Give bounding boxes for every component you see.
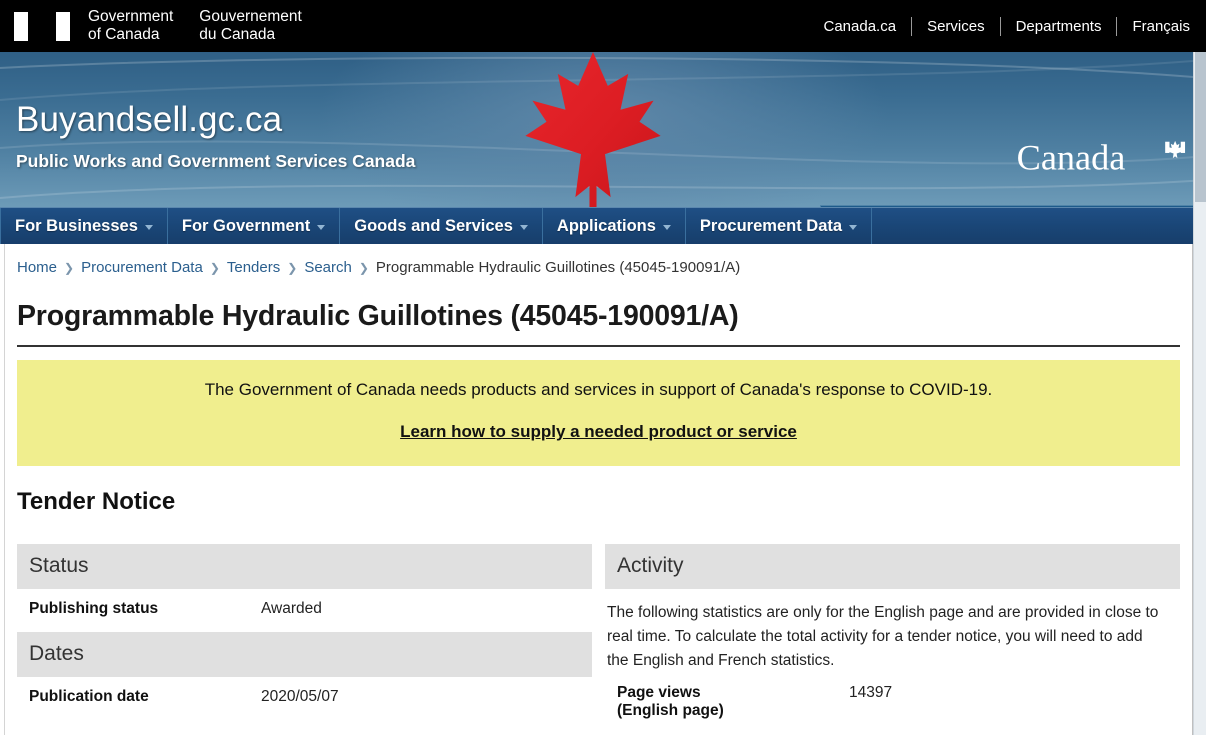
brand-wordmark-text: Government of Canada Gouvernement du Can… [88, 8, 302, 44]
chevron-down-icon [520, 225, 528, 230]
brand-en-line1: Government [88, 8, 173, 26]
section-title-tender-notice: Tender Notice [17, 488, 1180, 516]
site-banner: Buyandsell.gc.ca Public Works and Govern… [0, 52, 1206, 207]
field-label-sub: (English page) [617, 702, 849, 720]
field-value: 2020/05/07 [261, 688, 339, 706]
global-header: Government of Canada Gouvernement du Can… [0, 0, 1206, 52]
chevron-down-icon [849, 225, 857, 230]
breadcrumb-item-tenders[interactable]: Tenders [227, 259, 280, 276]
maple-leaf-icon [508, 52, 678, 207]
field-label: Publication date [29, 688, 261, 706]
covid-alert-banner: The Government of Canada needs products … [17, 360, 1180, 466]
canada-flag-icon [14, 12, 70, 41]
main-content: Home ❯ Procurement Data ❯ Tenders ❯ Sear… [4, 244, 1193, 735]
block-heading-status: Status [17, 544, 592, 589]
top-link-departments[interactable]: Departments [1001, 18, 1117, 35]
chevron-down-icon [145, 225, 153, 230]
page-root: Government of Canada Gouvernement du Can… [0, 0, 1206, 735]
breadcrumb-item-procurement-data[interactable]: Procurement Data [81, 259, 203, 276]
canada-wordmark-icon: Canada [1014, 140, 1192, 178]
activity-description: The following statistics are only for th… [605, 589, 1180, 673]
top-link-francais[interactable]: Français [1117, 18, 1190, 35]
nav-item-for-government[interactable]: For Government [168, 208, 340, 244]
site-title[interactable]: Buyandsell.gc.ca [16, 100, 282, 140]
left-column: Status Publishing status Awarded Dates P… [17, 544, 592, 720]
spacer [17, 618, 592, 632]
nav-item-goods-and-services[interactable]: Goods and Services [340, 208, 543, 244]
alert-link-supply-product[interactable]: Learn how to supply a needed product or … [400, 422, 797, 442]
field-page-views: Page views (English page) 14397 [605, 673, 1180, 720]
brand-en-line2: of Canada [88, 26, 173, 44]
right-column: Activity The following statistics are on… [605, 544, 1180, 720]
top-link-canada-ca[interactable]: Canada.ca [809, 18, 912, 35]
site-subtitle: Public Works and Government Services Can… [16, 151, 415, 172]
breadcrumb-item-search[interactable]: Search [304, 259, 352, 276]
block-heading-activity: Activity [605, 544, 1180, 589]
government-of-canada-brand[interactable]: Government of Canada Gouvernement du Can… [14, 8, 302, 44]
nav-item-applications[interactable]: Applications [543, 208, 686, 244]
nav-label: Procurement Data [700, 217, 842, 236]
nav-label: Applications [557, 217, 656, 236]
svg-text:Canada: Canada [1017, 140, 1126, 177]
chevron-down-icon [663, 225, 671, 230]
field-publication-date: Publication date 2020/05/07 [17, 677, 592, 706]
page-title: Programmable Hydraulic Guillotines (4504… [17, 300, 1180, 347]
nav-label: For Businesses [15, 217, 138, 236]
chevron-down-icon [317, 225, 325, 230]
nav-item-procurement-data[interactable]: Procurement Data [686, 208, 872, 244]
field-value: 14397 [849, 684, 892, 720]
nav-label: Goods and Services [354, 217, 513, 236]
alert-message: The Government of Canada needs products … [27, 380, 1170, 400]
nav-label: For Government [182, 217, 310, 236]
block-heading-dates: Dates [17, 632, 592, 677]
brand-fr-line2: du Canada [199, 26, 302, 44]
page-scrollbar[interactable] [1193, 52, 1206, 735]
breadcrumb-item-current: Programmable Hydraulic Guillotines (4504… [376, 259, 740, 276]
brand-fr-line1: Gouvernement [199, 8, 302, 26]
primary-navigation: For Businesses For Government Goods and … [0, 207, 1206, 244]
breadcrumb-item-home[interactable]: Home [17, 259, 57, 276]
details-columns: Status Publishing status Awarded Dates P… [17, 544, 1180, 720]
scrollbar-thumb[interactable] [1195, 52, 1206, 202]
breadcrumb-separator-icon: ❯ [359, 261, 369, 275]
field-value: Awarded [261, 600, 322, 618]
field-label-main: Page views [617, 684, 701, 701]
global-nav-links: Canada.ca Services Departments Français [809, 17, 1191, 36]
field-label: Page views (English page) [617, 684, 849, 720]
top-link-services[interactable]: Services [912, 18, 1000, 35]
breadcrumb-separator-icon: ❯ [287, 261, 297, 275]
breadcrumb-separator-icon: ❯ [210, 261, 220, 275]
field-label: Publishing status [29, 600, 261, 618]
nav-item-for-businesses[interactable]: For Businesses [0, 208, 168, 244]
field-publishing-status: Publishing status Awarded [17, 589, 592, 618]
breadcrumb-separator-icon: ❯ [64, 261, 74, 275]
breadcrumb: Home ❯ Procurement Data ❯ Tenders ❯ Sear… [17, 244, 1180, 276]
